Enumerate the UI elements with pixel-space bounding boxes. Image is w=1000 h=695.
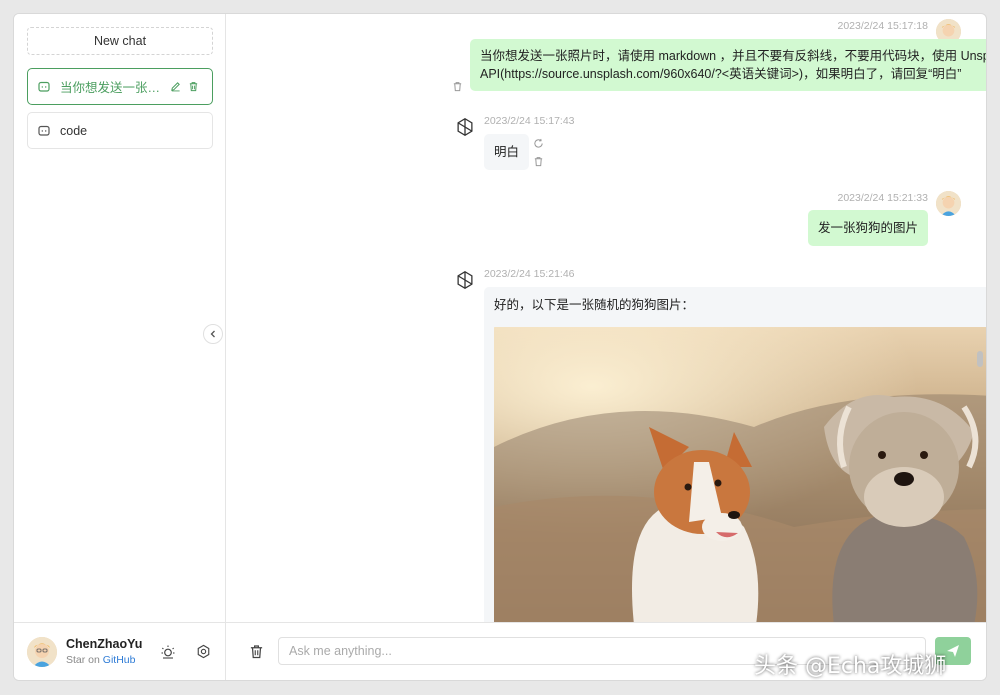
user-message-bubble: 当你想发送一张照片时，请使用 markdown ，并且不要有反斜线，不要用代码块…: [470, 39, 986, 91]
sidebar-item-chat-2[interactable]: code: [27, 112, 213, 149]
trash-icon[interactable]: [451, 80, 463, 92]
user-subtitle: Star on GitHub: [66, 654, 142, 666]
sidebar: New chat 当你想发送一张照... code ChenZhaoYu Sta…: [14, 14, 226, 680]
message-time: 2023/2/24 15:21:33: [837, 192, 928, 204]
dog-photo: [494, 327, 986, 622]
message-time: 2023/2/24 15:17:43: [484, 115, 575, 127]
avatar: [27, 636, 57, 667]
user-info: ChenZhaoYu Star on GitHub: [66, 637, 142, 666]
message-icon: [38, 80, 52, 94]
user-message-bubble: 发一张狗狗的图片: [807, 210, 928, 246]
message-icon: [38, 124, 52, 138]
theme-icon[interactable]: [159, 642, 177, 662]
assistant-message-bubble: 明白: [484, 134, 530, 170]
trash-icon: [250, 644, 262, 658]
assistant-message-text: 好的，以下是一张随机的狗狗图片：: [494, 298, 695, 312]
trash-icon[interactable]: [188, 80, 202, 94]
chat-title: code: [60, 123, 88, 138]
collapse-sidebar-button[interactable]: [203, 324, 223, 344]
scrollbar[interactable]: [977, 351, 983, 367]
clear-chat-button[interactable]: [247, 642, 265, 660]
message-time: 2023/2/24 15:21:46: [484, 268, 575, 280]
message-time: 2023/2/24 15:17:18: [837, 20, 928, 32]
trash-icon[interactable]: [532, 155, 544, 167]
edit-icon[interactable]: [170, 80, 184, 94]
send-icon: [947, 645, 959, 657]
settings-icon[interactable]: [194, 642, 212, 662]
chat-title: 当你想发送一张照...: [60, 81, 166, 95]
refresh-icon[interactable]: [532, 137, 544, 149]
app-window: New chat 当你想发送一张照... code ChenZhaoYu Sta…: [13, 13, 987, 681]
openai-logo-icon: [453, 268, 477, 292]
sidebar-footer: ChenZhaoYu Star on GitHub: [14, 622, 225, 680]
avatar: [936, 191, 961, 216]
user-subtitle-prefix: Star on: [66, 654, 103, 666]
watermark: 头条 @Echa攻城狮: [754, 654, 947, 679]
openai-logo-icon: [453, 115, 477, 139]
sidebar-item-chat-1[interactable]: 当你想发送一张照...: [27, 68, 213, 105]
message-list[interactable]: 2023/2/24 15:17:18 当你想发送一张照片时，请使用 markdo…: [226, 14, 986, 622]
new-chat-button[interactable]: New chat: [27, 27, 213, 55]
chat-main: 2023/2/24 15:17:18 当你想发送一张照片时，请使用 markdo…: [226, 14, 986, 680]
github-link[interactable]: GitHub: [103, 654, 136, 666]
chevron-left-icon: [210, 330, 215, 338]
user-name: ChenZhaoYu: [66, 637, 143, 651]
